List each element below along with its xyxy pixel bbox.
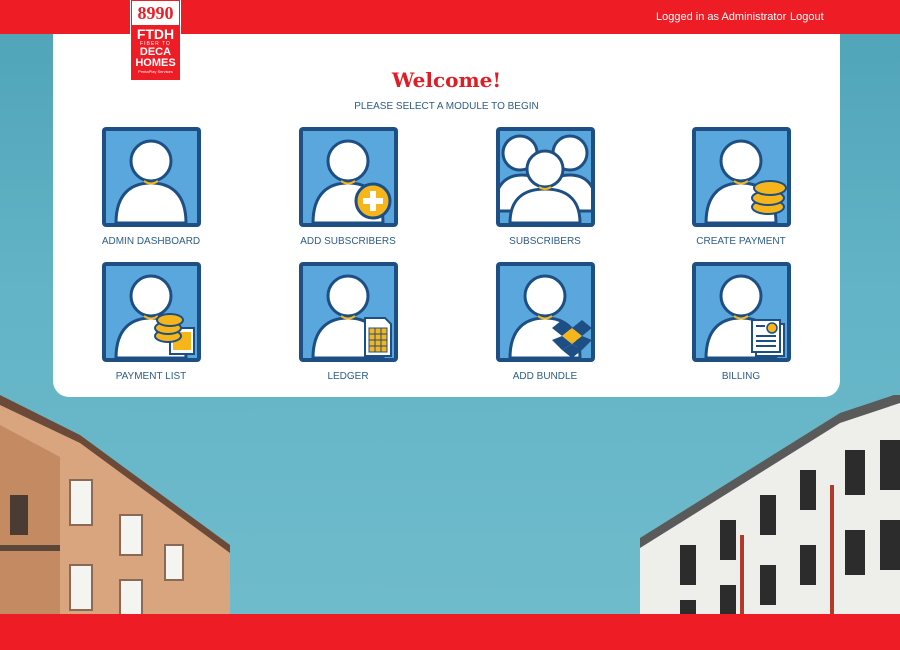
logged-in-user-text: Logged in as Administrator (656, 11, 787, 23)
logo-number: 8990 (132, 1, 179, 25)
module-label: ADMIN DASHBOARD (101, 236, 201, 247)
module-label: PAYMENT LIST (115, 371, 187, 382)
logout-link[interactable]: Logout (790, 11, 824, 23)
building-left-image (0, 395, 230, 620)
module-create-payment[interactable]: CREATE PAYMENT (651, 127, 831, 247)
logo-line-services: PentaPlay Services (138, 69, 173, 74)
building-right-image (640, 395, 900, 620)
module-panel: Welcome! PLEASE SELECT A MODULE TO BEGIN… (53, 34, 840, 397)
user-coins-icon[interactable] (691, 127, 791, 227)
user-spreadsheet-icon[interactable] (298, 262, 398, 362)
select-module-instruction: PLEASE SELECT A MODULE TO BEGIN (354, 101, 539, 112)
module-billing[interactable]: BILLING (651, 262, 831, 382)
logo-line-ftdh: FTDH (136, 26, 175, 42)
module-admin-dashboard[interactable]: ADMIN DASHBOARD (61, 127, 241, 247)
user-boxes-icon[interactable] (495, 262, 595, 362)
user-icon[interactable] (101, 127, 201, 227)
module-ledger[interactable]: LEDGER (258, 262, 438, 382)
module-subscribers[interactable]: SUBSCRIBERS (455, 127, 635, 247)
module-label: LEDGER (327, 371, 369, 382)
module-label: ADD BUNDLE (512, 371, 578, 382)
module-label: CREATE PAYMENT (696, 236, 786, 247)
module-label: ADD SUBSCRIBERS (300, 236, 396, 247)
user-bill-icon[interactable] (691, 262, 791, 362)
logo-line-homes: HOMES (135, 57, 176, 69)
add-user-icon[interactable] (298, 127, 398, 227)
module-label: BILLING (721, 371, 761, 382)
users-group-icon[interactable] (495, 127, 595, 227)
user-coins-calculator-icon[interactable] (101, 262, 201, 362)
module-payment-list[interactable]: PAYMENT LIST (61, 262, 241, 382)
module-add-subscribers[interactable]: ADD SUBSCRIBERS (258, 127, 438, 247)
brand-logo[interactable]: 8990 FTDH FIBER TO DECA HOMES PentaPlay … (130, 0, 181, 81)
module-add-bundle[interactable]: ADD BUNDLE (455, 262, 635, 382)
bottom-bar (0, 614, 900, 650)
module-label: SUBSCRIBERS (509, 236, 581, 247)
